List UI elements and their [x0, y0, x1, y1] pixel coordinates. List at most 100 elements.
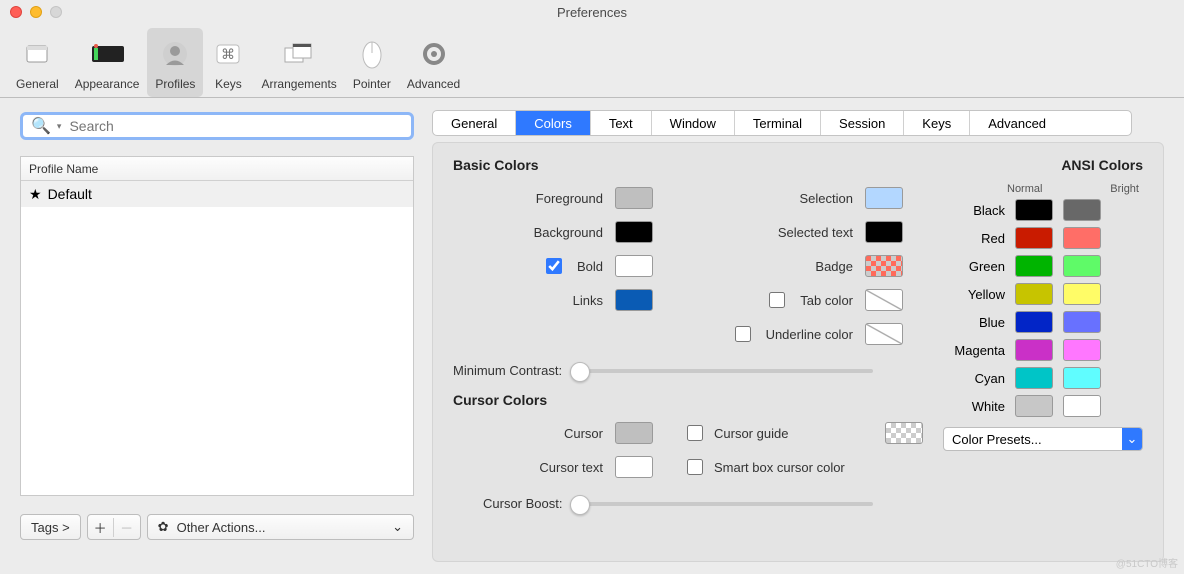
window-title: Preferences	[0, 5, 1184, 20]
toolbar-arrangements[interactable]: Arrangements	[253, 28, 344, 97]
ansi-bright-swatch[interactable]	[1063, 255, 1101, 277]
toolbar-appearance[interactable]: Appearance	[67, 28, 148, 97]
ansi-row-magenta: Magenta	[943, 339, 1143, 361]
profile-list: Profile Name ★ Default	[20, 156, 414, 496]
min-contrast-label: Minimum Contrast:	[453, 363, 562, 378]
chevron-down-icon[interactable]: ▾	[57, 121, 62, 132]
pointer-icon	[355, 37, 389, 71]
keys-icon: ⌘	[211, 37, 245, 71]
ansi-row-green: Green	[943, 255, 1143, 277]
toolbar-profiles[interactable]: Profiles	[147, 28, 203, 97]
underline-color-checkbox[interactable]	[735, 326, 751, 342]
ansi-normal-swatch[interactable]	[1015, 395, 1053, 417]
ansi-label: Green	[943, 259, 1005, 274]
tab-general[interactable]: General	[433, 111, 516, 135]
profile-header: Profile Name	[21, 157, 413, 181]
toolbar-advanced[interactable]: Advanced	[399, 28, 468, 97]
tab-terminal[interactable]: Terminal	[735, 111, 821, 135]
toolbar-pointer[interactable]: Pointer	[345, 28, 399, 97]
ansi-row-yellow: Yellow	[943, 283, 1143, 305]
ansi-normal-swatch[interactable]	[1015, 255, 1053, 277]
cursor-boost-label: Cursor Boost:	[483, 496, 562, 511]
svg-text:⌘: ⌘	[221, 46, 235, 62]
gear-icon	[417, 37, 451, 71]
underline-color-swatch[interactable]	[865, 323, 903, 345]
tab-color-swatch[interactable]	[865, 289, 903, 311]
ansi-bright-swatch[interactable]	[1063, 227, 1101, 249]
ansi-label: Blue	[943, 315, 1005, 330]
arrangements-icon	[282, 37, 316, 71]
badge-swatch[interactable]	[865, 255, 903, 277]
cursor-guide-checkbox[interactable]	[687, 425, 703, 441]
cursor-swatch[interactable]	[615, 422, 653, 444]
background-swatch[interactable]	[615, 221, 653, 243]
tab-advanced[interactable]: Advanced	[970, 111, 1064, 135]
ansi-label: Magenta	[943, 343, 1005, 358]
ansi-label: Yellow	[943, 287, 1005, 302]
gear-icon: ✿	[158, 519, 169, 535]
add-profile-button[interactable]: ＋	[88, 518, 114, 537]
star-icon: ★	[29, 186, 42, 203]
general-icon	[20, 37, 54, 71]
tags-button[interactable]: Tags >	[20, 514, 81, 540]
ansi-label: Black	[943, 203, 1005, 218]
ansi-label: Red	[943, 231, 1005, 246]
cursor-guide-swatch[interactable]	[885, 422, 923, 444]
ansi-normal-swatch[interactable]	[1015, 199, 1053, 221]
ansi-bright-swatch[interactable]	[1063, 367, 1101, 389]
profiles-icon	[158, 37, 192, 71]
tab-session[interactable]: Session	[821, 111, 904, 135]
selection-swatch[interactable]	[865, 187, 903, 209]
ansi-row-blue: Blue	[943, 311, 1143, 333]
ansi-row-white: White	[943, 395, 1143, 417]
search-field[interactable]: 🔍 ▾	[20, 112, 414, 140]
tab-color-checkbox[interactable]	[769, 292, 785, 308]
ansi-bright-swatch[interactable]	[1063, 199, 1101, 221]
ansi-label: White	[943, 399, 1005, 414]
profile-tabs: General Colors Text Window Terminal Sess…	[432, 110, 1132, 136]
min-contrast-slider[interactable]	[570, 369, 873, 373]
search-input[interactable]	[67, 117, 403, 135]
tab-colors[interactable]: Colors	[516, 111, 591, 135]
chevron-down-icon: ⌄	[392, 519, 403, 535]
cursor-text-swatch[interactable]	[615, 456, 653, 478]
ansi-row-black: Black	[943, 199, 1143, 221]
search-icon: 🔍	[31, 116, 51, 136]
cursor-colors-title: Cursor Colors	[453, 392, 923, 408]
toolbar-general[interactable]: General	[8, 28, 67, 97]
main-toolbar: General Appearance Profiles ⌘ Keys Arran…	[0, 24, 1184, 98]
ansi-normal-swatch[interactable]	[1015, 227, 1053, 249]
ansi-normal-swatch[interactable]	[1015, 311, 1053, 333]
remove-profile-button[interactable]: －	[114, 518, 140, 537]
ansi-colors-title: ANSI Colors	[943, 157, 1143, 173]
watermark: @51CTO博客	[1116, 555, 1178, 570]
bold-checkbox[interactable]	[546, 258, 562, 274]
ansi-row-cyan: Cyan	[943, 367, 1143, 389]
smart-box-checkbox[interactable]	[687, 459, 703, 475]
ansi-bright-swatch[interactable]	[1063, 395, 1101, 417]
appearance-icon	[90, 37, 124, 71]
ansi-label: Cyan	[943, 371, 1005, 386]
tab-window[interactable]: Window	[652, 111, 735, 135]
ansi-normal-swatch[interactable]	[1015, 339, 1053, 361]
ansi-normal-swatch[interactable]	[1015, 367, 1053, 389]
basic-colors-title: Basic Colors	[453, 157, 923, 173]
ansi-bright-swatch[interactable]	[1063, 283, 1101, 305]
bold-swatch[interactable]	[615, 255, 653, 277]
selected-text-swatch[interactable]	[865, 221, 903, 243]
ansi-row-red: Red	[943, 227, 1143, 249]
foreground-swatch[interactable]	[615, 187, 653, 209]
cursor-boost-slider[interactable]	[570, 502, 873, 506]
chevron-up-down-icon: ⌄	[1122, 428, 1142, 450]
ansi-bright-swatch[interactable]	[1063, 311, 1101, 333]
tab-keys[interactable]: Keys	[904, 111, 970, 135]
tab-text[interactable]: Text	[591, 111, 652, 135]
toolbar-keys[interactable]: ⌘ Keys	[203, 28, 253, 97]
profile-row-default[interactable]: ★ Default	[21, 181, 413, 207]
other-actions-dropdown[interactable]: ✿ Other Actions... ⌄	[147, 514, 414, 540]
links-swatch[interactable]	[615, 289, 653, 311]
profile-row-label: Default	[48, 186, 92, 202]
ansi-normal-swatch[interactable]	[1015, 283, 1053, 305]
color-presets-dropdown[interactable]: Color Presets... ⌄	[943, 427, 1143, 451]
ansi-bright-swatch[interactable]	[1063, 339, 1101, 361]
